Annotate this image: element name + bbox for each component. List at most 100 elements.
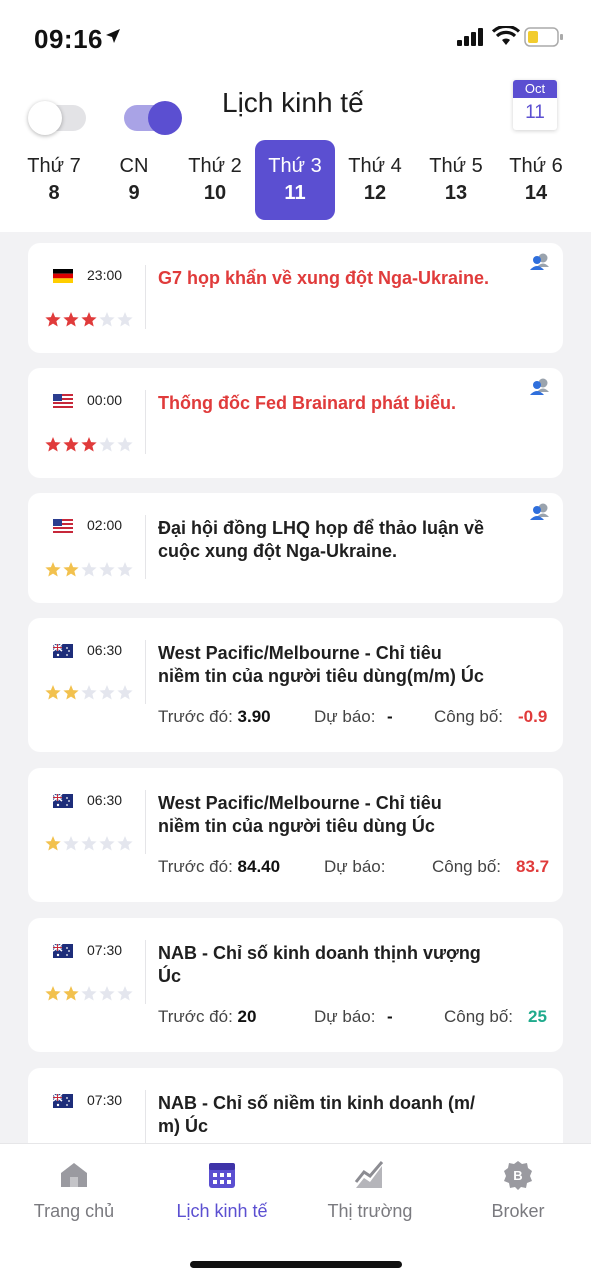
cellular-signal-icon	[457, 28, 483, 46]
home-icon	[61, 1163, 87, 1187]
us-flag-icon	[53, 519, 73, 533]
svg-text:B: B	[513, 1168, 522, 1183]
day-name: CN	[119, 155, 149, 177]
previous-value: 3.90	[237, 707, 271, 726]
actual-value: -0.9	[518, 707, 548, 726]
divider	[145, 515, 146, 579]
star-empty-icon	[81, 986, 97, 1001]
event-card[interactable]: 07:30 NAB - Chỉ số kinh doanh thịnh vượn…	[28, 918, 563, 1052]
toggle-switch-on[interactable]	[124, 101, 182, 135]
day-tab-thu[interactable]: Thứ 5 13	[416, 140, 496, 220]
event-title: Thống đốc Fed Brainard phát biểu.	[158, 393, 457, 413]
toggle-switch-off[interactable]	[28, 101, 86, 135]
people-chat-icon[interactable]	[529, 378, 555, 396]
event-title-line: NAB - Chỉ số kinh doanh thịnh vượng	[158, 943, 481, 963]
event-card[interactable]: 06:30 West Pacific/Melbourne - Chỉ tiêu …	[28, 618, 563, 752]
event-card[interactable]: 23:00 G7 họp khẩn về xung đột Nga-Ukrain…	[28, 243, 563, 353]
star-filled-icon	[63, 986, 79, 1001]
event-time: 00:00	[87, 392, 123, 408]
importance-stars	[45, 312, 133, 327]
australia-flag-icon	[53, 794, 73, 808]
status-time: 09:16	[34, 24, 103, 54]
event-card[interactable]: 00:00 Thống đốc Fed Brainard phát biểu.	[28, 368, 563, 478]
star-filled-icon	[63, 685, 79, 700]
actual-label: Công bố:	[432, 857, 501, 876]
event-time: 02:00	[87, 517, 123, 533]
event-title: NAB - Chỉ số niềm tin kinh doanh (m/ m) …	[158, 1092, 548, 1138]
event-title-line: Đại hội đồng LHQ họp để thảo luận về	[158, 518, 484, 538]
forecast-value: -	[387, 1007, 393, 1026]
star-empty-icon	[117, 562, 133, 577]
wifi-icon	[492, 26, 520, 45]
event-title-line: m) Úc	[158, 1116, 209, 1136]
calendar-picker-button[interactable]: Oct 11	[513, 80, 557, 130]
forecast-label: Dự báo:	[324, 857, 386, 876]
forecast-label: Dự báo:	[314, 1007, 376, 1026]
star-empty-icon	[117, 437, 133, 452]
event-title: West Pacific/Melbourne - Chỉ tiêu niềm t…	[158, 792, 548, 838]
tab-market[interactable]: Thị trường	[296, 1160, 444, 1222]
previous-label: Trước đó:	[158, 1007, 233, 1026]
event-title: West Pacific/Melbourne - Chỉ tiêu niềm t…	[158, 642, 548, 688]
tab-label: Lịch kinh tế	[176, 1201, 268, 1221]
australia-flag-icon	[53, 1094, 73, 1108]
tab-broker[interactable]: B Broker	[444, 1160, 591, 1222]
tab-label: Broker	[491, 1201, 545, 1221]
star-filled-icon	[63, 437, 79, 452]
day-date: 12	[363, 182, 387, 204]
day-tab-wed[interactable]: Thứ 4 12	[335, 140, 415, 220]
event-card[interactable]: 02:00 Đại hội đồng LHQ họp để thảo luận …	[28, 493, 563, 603]
actual-value: 25	[528, 1007, 547, 1026]
event-title-line: niềm tin của người tiêu dùng Úc	[158, 816, 435, 836]
event-title: G7 họp khẩn về xung đột Nga-Ukraine.	[158, 268, 490, 288]
event-title: NAB - Chỉ số kinh doanh thịnh vượng Úc	[158, 942, 548, 988]
chart-icon	[354, 1161, 384, 1188]
people-chat-icon[interactable]	[529, 253, 555, 271]
day-tab-fri[interactable]: Thứ 6 14	[496, 140, 576, 220]
event-time: 07:30	[87, 942, 123, 958]
previous-value: 20	[237, 1007, 257, 1026]
event-values: Trước đó: 20 Dự báo: - Công bố: 25	[158, 1007, 548, 1027]
event-card[interactable]: 06:30 West Pacific/Melbourne - Chỉ tiêu …	[28, 768, 563, 902]
star-empty-icon	[99, 836, 115, 851]
australia-flag-icon	[53, 944, 73, 958]
star-empty-icon	[117, 312, 133, 327]
importance-stars	[45, 562, 133, 577]
divider	[145, 790, 146, 854]
people-chat-icon[interactable]	[529, 503, 555, 521]
star-empty-icon	[63, 836, 79, 851]
broker-icon: B	[504, 1161, 532, 1190]
home-indicator	[190, 1261, 402, 1268]
day-date: 14	[524, 182, 548, 204]
day-tab-sat[interactable]: Thứ 7 8	[14, 140, 94, 220]
status-bar: 09:16	[0, 0, 591, 72]
day-tab-sun[interactable]: CN 9	[94, 140, 174, 220]
calendar-month: Oct	[513, 80, 557, 98]
star-filled-icon	[45, 312, 61, 327]
star-filled-icon	[45, 685, 61, 700]
previous-label: Trước đó:	[158, 707, 233, 726]
tab-home[interactable]: Trang chủ	[0, 1160, 148, 1222]
forecast-value: -	[387, 707, 393, 726]
event-title-line: niềm tin của người tiêu dùng(m/m) Úc	[158, 666, 484, 686]
star-filled-icon	[63, 562, 79, 577]
day-tab-mon[interactable]: Thứ 2 10	[175, 140, 255, 220]
event-title-line: cuộc xung đột Nga-Ukraine.	[158, 541, 398, 561]
germany-flag-icon	[53, 269, 73, 283]
event-title-line: West Pacific/Melbourne - Chỉ tiêu	[158, 793, 442, 813]
star-filled-icon	[45, 836, 61, 851]
event-values: Trước đó: 84.40 Dự báo: Công bố: 83.7	[158, 857, 549, 877]
event-time: 07:30	[87, 1092, 123, 1108]
previous-value: 84.40	[237, 857, 281, 876]
tab-economic-calendar[interactable]: Lịch kinh tế	[148, 1160, 296, 1222]
tab-label: Thị trường	[327, 1201, 413, 1221]
event-title: Đại hội đồng LHQ họp để thảo luận về cuộ…	[158, 517, 548, 563]
day-date: 10	[203, 182, 227, 204]
day-tab-tue[interactable]: Thứ 3 11	[255, 140, 335, 220]
star-filled-icon	[45, 437, 61, 452]
tab-label: Trang chủ	[33, 1201, 115, 1221]
day-date: 8	[48, 182, 60, 204]
star-empty-icon	[81, 562, 97, 577]
actual-label: Công bố:	[434, 707, 503, 726]
star-empty-icon	[99, 685, 115, 700]
